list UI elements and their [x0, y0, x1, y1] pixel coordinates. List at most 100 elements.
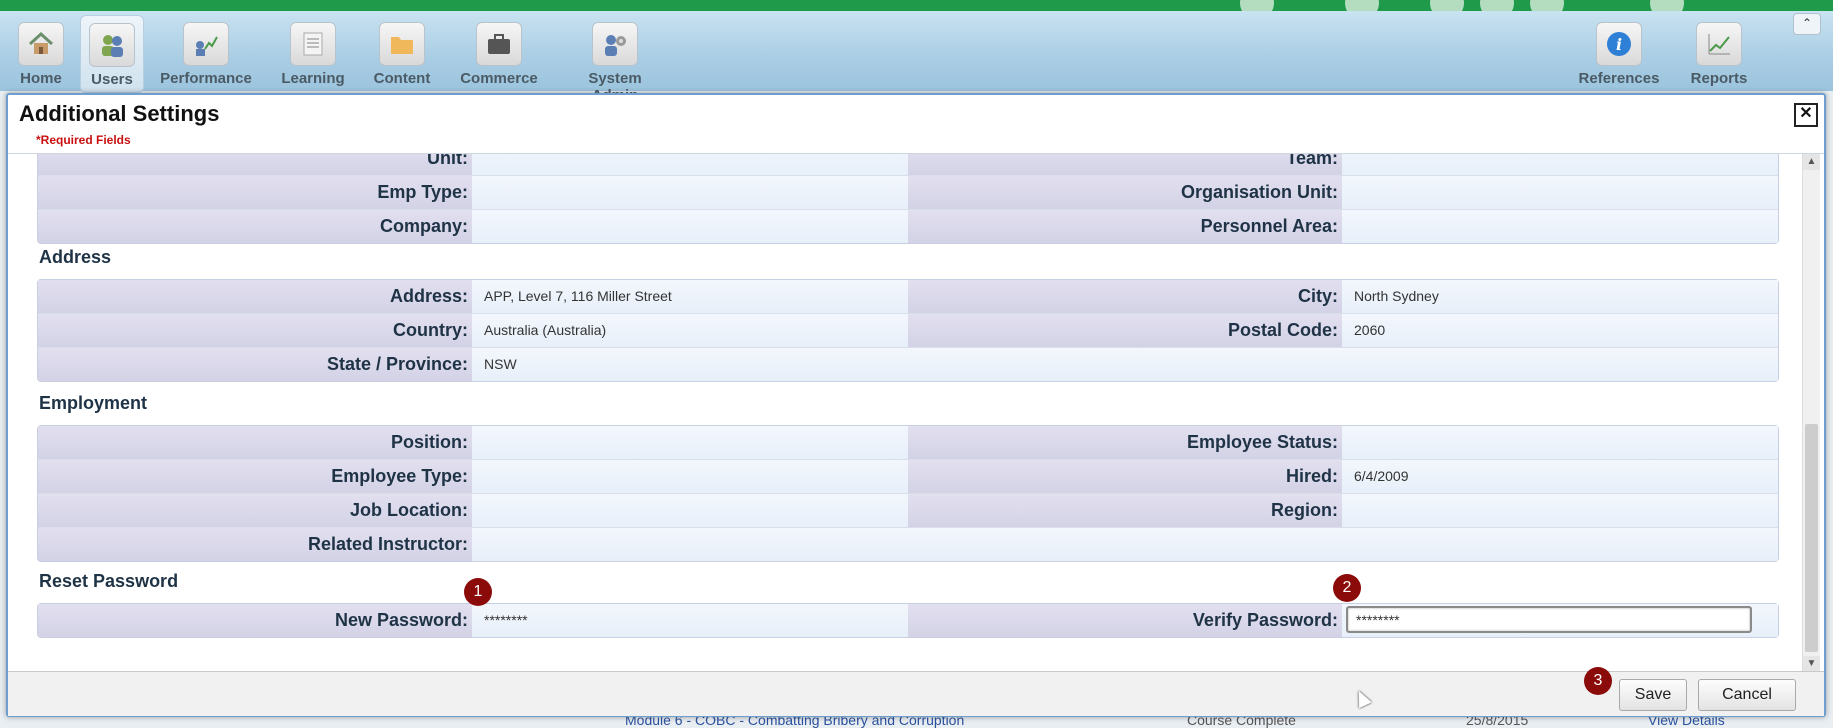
field-row: New Password: ******** Verify Password: …: [38, 604, 1778, 637]
cancel-button[interactable]: Cancel: [1698, 679, 1796, 711]
address-value: APP, Level 7, 116 Miller Street: [472, 280, 908, 313]
employee-status-value: [1342, 426, 1778, 459]
unit-label: Unit:: [38, 154, 472, 175]
address-table: Address: APP, Level 7, 116 Miller Street…: [37, 279, 1779, 382]
required-fields-note: *Required Fields: [36, 133, 131, 147]
related-instructor-value: [472, 528, 908, 561]
unit-value: [472, 154, 908, 175]
users-icon: [89, 23, 135, 67]
top-brand-strip: [0, 0, 1833, 20]
state-province-label: State / Province:: [38, 348, 472, 381]
save-button[interactable]: Save: [1619, 679, 1687, 711]
employment-section-title: Employment: [39, 393, 148, 413]
dialog-scroll-area[interactable]: Unit: Team: Emp Type: Organisation Unit:…: [8, 153, 1824, 672]
position-label: Position:: [38, 426, 472, 459]
collapse-header-button[interactable]: ⌃: [1793, 13, 1821, 35]
company-label: Company:: [38, 210, 472, 243]
region-value: [1342, 494, 1778, 527]
nav-commerce[interactable]: Commerce: [459, 15, 539, 91]
related-instructor-label: Related Instructor:: [38, 528, 472, 561]
country-value: Australia (Australia): [472, 314, 908, 347]
personnel-area-label: Personnel Area:: [908, 210, 1342, 243]
position-value: [472, 426, 908, 459]
system-admin-icon: [592, 22, 638, 66]
field-row: Emp Type: Organisation Unit:: [38, 176, 1778, 210]
verify-password-label: Verify Password:: [908, 604, 1342, 637]
step-badge-3: 3: [1584, 667, 1612, 695]
new-password-field[interactable]: ********: [472, 604, 908, 637]
home-icon: [18, 22, 64, 66]
organisation-table: Unit: Team: Emp Type: Organisation Unit:…: [37, 154, 1779, 244]
learning-icon: [290, 22, 336, 66]
reset-password-section-title: Reset Password: [39, 571, 179, 591]
dialog-footer: 3 Save Cancel: [8, 667, 1824, 716]
state-province-value: NSW: [472, 348, 908, 381]
nav-users-label: Users: [91, 71, 133, 88]
required-fields-text: Required Fields: [40, 133, 131, 147]
field-row: Related Instructor:: [38, 528, 1778, 561]
nav-commerce-label: Commerce: [460, 70, 538, 87]
field-row: Position: Employee Status:: [38, 426, 1778, 460]
main-navigation: Home Users Performance Learning Content …: [0, 11, 1833, 104]
dialog-vertical-scrollbar[interactable]: ▲ ▼: [1802, 154, 1820, 672]
commerce-icon: [476, 22, 522, 66]
nav-reports-label: Reports: [1690, 70, 1748, 87]
nav-home[interactable]: Home: [13, 15, 69, 91]
nav-performance[interactable]: Performance: [158, 15, 254, 91]
field-row: Unit: Team:: [38, 154, 1778, 176]
additional-settings-dialog: Additional Settings *Required Fields ✕ U…: [6, 93, 1826, 717]
scrollbar-thumb[interactable]: [1805, 424, 1818, 652]
nav-users[interactable]: Users: [80, 15, 144, 93]
city-label: City:: [908, 280, 1342, 313]
field-row: Country: Australia (Australia) Postal Co…: [38, 314, 1778, 348]
region-label: Region:: [908, 494, 1342, 527]
nav-performance-label: Performance: [160, 70, 252, 87]
nav-references-label: References: [1578, 70, 1660, 87]
dialog-title: Additional Settings: [19, 101, 220, 126]
address-section-title: Address: [39, 247, 112, 267]
scroll-up-arrow-icon[interactable]: ▲: [1803, 154, 1820, 170]
postal-code-label: Postal Code:: [908, 314, 1342, 347]
nav-content[interactable]: Content: [371, 15, 433, 91]
job-location-label: Job Location:: [38, 494, 472, 527]
field-row: Employee Type: Hired: 6/4/2009: [38, 460, 1778, 494]
step-badge-2: 2: [1333, 574, 1361, 602]
nav-references[interactable]: i References: [1574, 15, 1664, 91]
close-icon[interactable]: ✕: [1794, 103, 1818, 127]
emp-type-label: Emp Type:: [38, 176, 472, 209]
employee-type-value: [472, 460, 908, 493]
nav-reports[interactable]: Reports: [1685, 15, 1753, 91]
hired-label: Hired:: [908, 460, 1342, 493]
step-badge-1: 1: [464, 578, 492, 606]
postal-code-value: 2060: [1342, 314, 1778, 347]
organisation-unit-label: Organisation Unit:: [908, 176, 1342, 209]
nav-content-label: Content: [373, 70, 431, 87]
country-label: Country:: [38, 314, 472, 347]
verify-password-field[interactable]: ********: [1346, 606, 1752, 633]
reports-icon: [1696, 22, 1742, 66]
field-row: State / Province: NSW: [38, 348, 1778, 381]
reset-password-table: New Password: ******** Verify Password: …: [37, 603, 1779, 638]
nav-learning[interactable]: Learning: [279, 15, 347, 91]
job-location-value: [472, 494, 908, 527]
info-icon: i: [1596, 22, 1642, 66]
team-value: [1342, 154, 1778, 175]
company-value: [472, 210, 908, 243]
nav-home-label: Home: [20, 70, 62, 87]
nav-system-admin[interactable]: System Admin: [564, 15, 666, 104]
scroll-down-arrow-icon[interactable]: ▼: [1803, 656, 1820, 672]
team-label: Team:: [908, 154, 1342, 175]
employment-table: Position: Employee Status: Employee Type…: [37, 425, 1779, 562]
personnel-area-value: [1342, 210, 1778, 243]
hired-value: 6/4/2009: [1342, 460, 1778, 493]
field-row: Address: APP, Level 7, 116 Miller Street…: [38, 280, 1778, 314]
address-label: Address:: [38, 280, 472, 313]
svg-text:i: i: [1616, 35, 1622, 54]
city-value: North Sydney: [1342, 280, 1778, 313]
empty-cell: [908, 348, 1778, 381]
verify-password-cell: ********: [1342, 604, 1778, 637]
empty-cell: [908, 528, 1778, 561]
employee-status-label: Employee Status:: [908, 426, 1342, 459]
performance-icon: [183, 22, 229, 66]
emp-type-value: [472, 176, 908, 209]
